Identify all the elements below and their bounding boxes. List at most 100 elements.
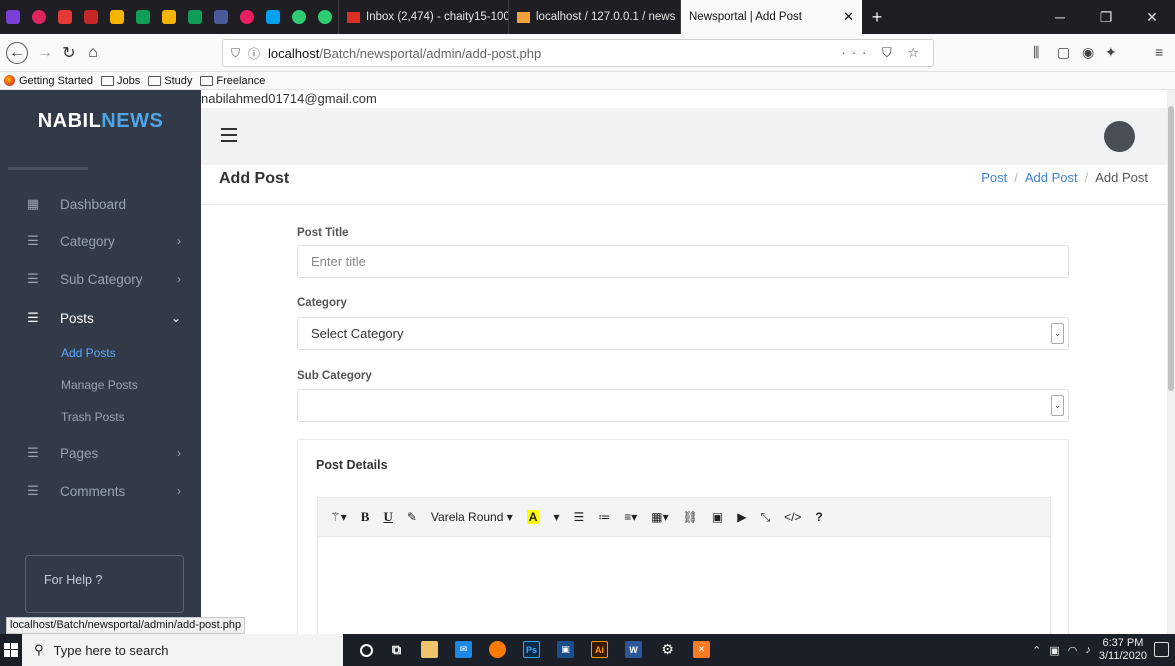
pinned-tab-13[interactable] [312,0,338,34]
pinned-tab-7[interactable] [156,0,182,34]
bookmark-freelance[interactable]: Freelance [200,75,265,87]
pinned-tab-11[interactable] [260,0,286,34]
menu-icon[interactable]: ≡ [1155,44,1163,60]
tray-app-icon[interactable]: ▣ [1049,644,1059,657]
app-icon[interactable]: ▣ [557,641,574,658]
library-icon[interactable]: ⫼ [1033,44,1039,61]
magic-wand-style-icon[interactable]: ⚚▾ [330,510,347,524]
taskbar-search[interactable]: ⚲ Type here to search [22,634,343,666]
video-icon[interactable]: ▶ [737,510,746,524]
minimize-icon[interactable]: ─ [1037,9,1083,25]
back-icon[interactable]: ← [6,42,28,64]
underline-button[interactable]: U [383,509,392,525]
xampp-icon[interactable]: ✕ [693,641,710,658]
code-view-icon[interactable]: </> [784,510,801,524]
tab-newsportal-add-post[interactable]: Newsportal | Add Post ✕ [680,0,862,34]
new-tab-icon[interactable]: + [862,7,892,28]
paragraph-align-icon[interactable]: ≡▾ [624,510,637,524]
sidebar-subitem-manage-posts[interactable]: Manage Posts [61,378,138,392]
table-icon[interactable]: ▦▾ [651,510,668,524]
settings-gear-icon[interactable]: ⚙ [659,641,676,658]
close-window-icon[interactable]: ✕ [1129,9,1175,26]
sidebar-toggle-icon[interactable]: ▢ [1057,44,1070,61]
volume-icon[interactable]: ♪ [1085,644,1091,656]
help-box[interactable]: For Help ? [25,555,184,613]
home-icon[interactable]: ⌂ [82,42,104,64]
sidebar-item-category[interactable]: ☰ Category › [0,222,201,260]
bookmark-getting-started[interactable]: Getting Started [4,75,93,87]
sidebar-item-comments[interactable]: ☰ Comments › [0,472,201,510]
account-icon[interactable]: ◉ [1082,44,1094,61]
pinned-tab-10[interactable] [234,0,260,34]
clock[interactable]: 6:37 PM 3/11/2020 [1099,637,1147,663]
forward-icon[interactable]: → [34,42,56,64]
unordered-list-icon[interactable]: ☰ [573,510,584,524]
restore-icon[interactable]: ❐ [1083,9,1129,26]
avatar[interactable] [1104,121,1135,152]
mail-icon[interactable]: ✉ [455,641,472,658]
bookmark-study[interactable]: Study [148,75,192,87]
firefox-icon[interactable] [489,641,506,658]
sidebar-item-sub-category[interactable]: ☰ Sub Category › [0,260,201,298]
hamburger-menu-icon[interactable] [221,128,237,142]
chevron-up-icon[interactable]: ⌃ [1032,644,1041,657]
pinned-tab-5[interactable] [104,0,130,34]
info-icon[interactable]: ⓘ [248,45,260,62]
tab-inbox[interactable]: Inbox (2,474) - chaity15-100 ✕ [338,0,508,34]
breadcrumb-add-post-link[interactable]: Add Post [1025,170,1078,185]
chevron-down-icon[interactable]: ⌄ [1051,395,1064,416]
pinned-tab-b[interactable] [0,0,26,34]
tab-label: localhost / 127.0.0.1 / news [536,11,676,23]
url-bar[interactable]: ⛉ ⓘ localhost/Batch/newsportal/admin/add… [222,39,934,67]
cortana-icon[interactable] [360,644,373,657]
post-title-input[interactable] [311,254,1068,269]
pinned-tab-9[interactable] [208,0,234,34]
page-actions[interactable]: ··· ⛉ ☆ [841,45,925,61]
post-title-field[interactable] [297,245,1069,278]
bold-button[interactable]: B [361,509,370,525]
bookmark-label: Jobs [117,74,141,87]
page-scrollbar[interactable] [1167,90,1175,634]
pinned-tab-6[interactable] [130,0,156,34]
close-tab-icon[interactable]: ✕ [835,9,854,25]
illustrator-icon[interactable]: Ai [591,641,608,658]
sidebar-subitem-trash-posts[interactable]: Trash Posts [61,410,125,424]
breadcrumb-post[interactable]: Post [981,170,1007,185]
pinned-tab-8[interactable] [182,0,208,34]
category-select[interactable]: Select Category ⌄ [297,317,1069,350]
sidebar-item-posts[interactable]: ☰ Posts ⌄ [0,299,201,337]
color-dropdown-icon[interactable]: ▾ [553,510,559,524]
post-details-editor[interactable] [317,537,1051,640]
pinned-tab-3[interactable] [52,0,78,34]
extension-icon[interactable]: ✦ [1105,44,1117,61]
task-view-icon[interactable]: ⧉ [388,641,405,658]
link-icon[interactable]: ⛓ [683,510,698,524]
tab-phpmyadmin[interactable]: localhost / 127.0.0.1 / news ✕ [508,0,680,34]
windows-start-icon[interactable] [0,634,22,666]
sidebar-subitem-add-posts[interactable]: Add Posts [61,346,116,360]
fullscreen-icon[interactable]: ⤡ [760,510,770,525]
eraser-icon[interactable]: ✎ [407,510,417,524]
highlight-color-button[interactable]: A [526,510,540,524]
sidebar-item-dashboard[interactable]: ▦ Dashboard [0,185,201,223]
reload-icon[interactable]: ↻ [58,42,80,64]
wifi-icon[interactable]: ◠ [1068,644,1078,657]
photoshop-icon[interactable]: Ps [523,641,540,658]
help-icon[interactable]: ? [815,510,822,524]
pinned-tab-12[interactable] [286,0,312,34]
pinned-tab-4[interactable] [78,0,104,34]
pinned-tab-2[interactable] [26,0,52,34]
sidebar-item-label: Sub Category [60,271,143,287]
font-family-dropdown[interactable]: Varela Round ▾ [431,510,513,524]
bookmark-jobs[interactable]: Jobs [101,75,140,87]
sidebar-item-pages[interactable]: ☰ Pages › [0,434,201,472]
ordered-list-icon[interactable]: ≔ [598,510,610,524]
notification-icon[interactable] [1154,642,1169,657]
file-explorer-icon[interactable] [421,641,438,658]
subcategory-select[interactable]: ⌄ [297,389,1069,422]
brand-logo[interactable]: NABILNEWS [0,110,201,133]
word-icon[interactable]: W [625,641,642,658]
scrollbar-thumb[interactable] [1168,106,1174,391]
chevron-down-icon[interactable]: ⌄ [1051,323,1064,344]
image-icon[interactable]: ▣ [712,510,723,524]
